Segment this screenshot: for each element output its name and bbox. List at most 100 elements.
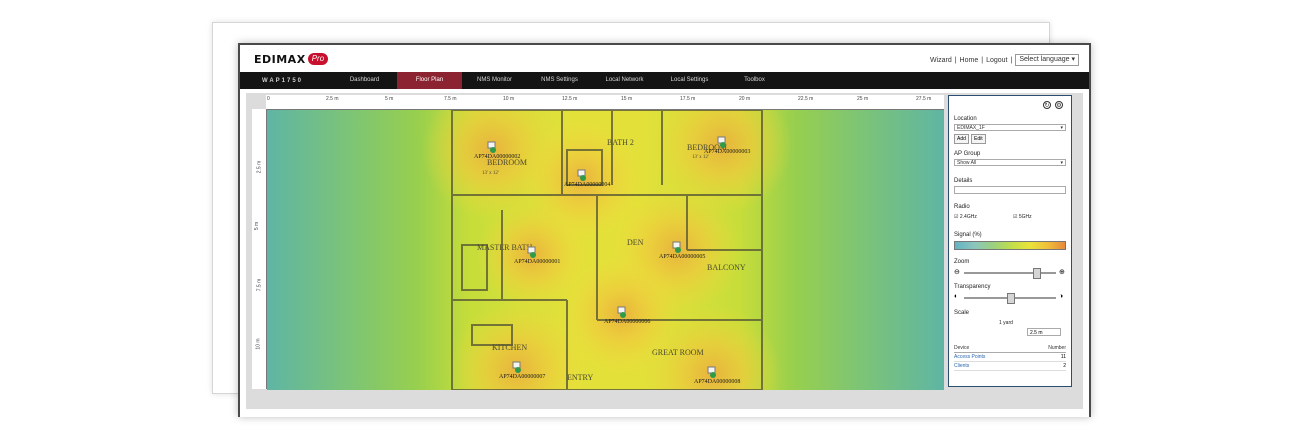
transparency-slider-thumb[interactable] bbox=[1007, 293, 1015, 304]
ruler-top-tick: 22.5 m bbox=[798, 96, 814, 102]
access-point-label: AP74DA00000008 bbox=[694, 379, 740, 385]
scale-unit: 1 yard bbox=[999, 320, 1013, 326]
access-point-icon bbox=[487, 141, 496, 149]
access-point-label: AP74DA00000006 bbox=[604, 319, 650, 325]
wizard-link[interactable]: Wizard bbox=[930, 57, 952, 64]
nav-nms-monitor[interactable]: NMS Monitor bbox=[462, 72, 527, 89]
ruler-top-tick: 0 bbox=[267, 96, 270, 102]
floor-plan-workspace: 0 2.5 m 5 m 7.5 m 10 m 12.5 m 15 m 17.5 m 20 m 22… bbox=[246, 93, 1083, 409]
access-point-label: AP74DA00000005 bbox=[659, 254, 705, 260]
ap-status-dot bbox=[490, 147, 496, 153]
app-window: EDIMAX Pro Wizard | Home | Logout | Select … bbox=[238, 43, 1091, 417]
room-label-bath2: BATH 2 bbox=[607, 138, 634, 147]
signal-legend-bar bbox=[954, 241, 1066, 250]
edimax-logo: EDIMAX Pro bbox=[254, 52, 329, 66]
ruler-top-tick: 25 m bbox=[857, 96, 869, 102]
transparency-label: Transparency bbox=[954, 284, 991, 290]
access-point-icon bbox=[717, 136, 726, 144]
ap-status-dot bbox=[580, 175, 586, 181]
device-model: WAP1750 bbox=[262, 77, 304, 84]
table-row-access-points[interactable]: Access Points 11 bbox=[954, 353, 1066, 362]
transparency-high-icon[interactable]: ◑ bbox=[1059, 293, 1063, 300]
heatmap-canvas[interactable]: BATH 2 BEDROOM BEDROOM MASTER BATH DEN B… bbox=[267, 110, 944, 390]
bottom-strip bbox=[240, 409, 1089, 417]
ruler-top: 0 2.5 m 5 m 7.5 m 10 m 12.5 m 15 m 17.5 m 20 m 22… bbox=[266, 95, 944, 110]
location-select[interactable]: EDIMAX_1F ▾ bbox=[954, 124, 1066, 131]
edit-location-button[interactable]: Edit bbox=[971, 134, 986, 144]
chevron-down-icon: ▾ bbox=[1060, 125, 1063, 131]
signal-label: Signal (%) bbox=[954, 232, 982, 238]
settings-icon[interactable]: ⚙ bbox=[1055, 101, 1063, 109]
access-point-label: AP74DA00000001 bbox=[514, 259, 560, 265]
ap-status-dot bbox=[720, 142, 726, 148]
logout-link[interactable]: Logout bbox=[986, 57, 1007, 64]
ap-status-dot bbox=[530, 252, 536, 258]
ruler-left-tick: 5 m bbox=[254, 221, 261, 231]
ruler-left-tick: 10 m bbox=[255, 338, 262, 350]
ap-status-dot bbox=[515, 367, 521, 373]
location-label: Location bbox=[954, 116, 977, 122]
access-point-icon bbox=[617, 306, 626, 314]
ruler-top-tick: 17.5 m bbox=[680, 96, 696, 102]
nav-dashboard[interactable]: Dashboard bbox=[332, 72, 397, 89]
nav-floor-plan[interactable]: Floor Plan bbox=[397, 72, 462, 89]
logo-text: EDIMAX bbox=[254, 52, 306, 66]
ruler-top-tick: 27.5 m bbox=[916, 96, 932, 102]
scale-label: Scale bbox=[954, 310, 970, 316]
ap-group-label: AP Group bbox=[954, 151, 981, 157]
top-bar: EDIMAX Pro Wizard | Home | Logout | Select … bbox=[240, 45, 1089, 72]
ruler-top-tick: 10 m bbox=[503, 96, 515, 102]
nav-toolbox[interactable]: Toolbox bbox=[722, 72, 787, 89]
access-point-icon bbox=[577, 169, 586, 177]
radio-label: Radio bbox=[954, 204, 970, 210]
heatmap-svg: BATH 2 BEDROOM BEDROOM MASTER BATH DEN B… bbox=[267, 110, 944, 390]
chevron-down-icon: ▾ bbox=[1060, 160, 1063, 166]
nav-nms-settings[interactable]: NMS Settings bbox=[527, 72, 592, 89]
ap-status-dot bbox=[710, 372, 716, 378]
main-nav: WAP1750 Dashboard Floor Plan NMS Monitor… bbox=[240, 72, 1089, 89]
ruler-left-tick: 7.5 m bbox=[256, 278, 263, 292]
logo-badge: Pro bbox=[307, 53, 329, 65]
zoom-out-icon[interactable]: ⊖ bbox=[954, 268, 960, 276]
language-select[interactable]: Select language ▾ bbox=[1015, 54, 1079, 66]
radio-2g-option[interactable]: ☑ 2.4GHz bbox=[954, 214, 977, 220]
details-field[interactable] bbox=[954, 186, 1066, 194]
scale-input[interactable]: 2.5 m bbox=[1027, 328, 1061, 336]
transparency-low-icon[interactable]: ◐ bbox=[954, 293, 958, 300]
room-label-entry: ENTRY bbox=[567, 373, 593, 382]
ap-group-select[interactable]: Show All ▾ bbox=[954, 159, 1066, 166]
zoom-slider[interactable] bbox=[964, 272, 1056, 274]
access-point-icon bbox=[672, 241, 681, 249]
nav-local-settings[interactable]: Local Settings bbox=[657, 72, 722, 89]
access-point-icon bbox=[527, 246, 536, 254]
access-point-icon bbox=[512, 361, 521, 369]
zoom-in-icon[interactable]: ⊕ bbox=[1059, 268, 1065, 276]
room-label-kitchen: KITCHEN bbox=[492, 343, 527, 352]
device-count-table: Device Number Access Points 11 Clients 2 bbox=[954, 344, 1066, 371]
home-link[interactable]: Home bbox=[960, 57, 979, 64]
access-point-icon bbox=[707, 366, 716, 374]
details-label: Details bbox=[954, 178, 973, 184]
table-header: Device Number bbox=[954, 345, 1066, 353]
room-label-master-bath: MASTER BATH bbox=[477, 243, 533, 252]
ap-status-dot bbox=[675, 247, 681, 253]
ruler-top-tick: 20 m bbox=[739, 96, 751, 102]
user-links: Wizard | Home | Logout | Select language ▾ bbox=[930, 54, 1079, 66]
access-point-label: AP74DA00000007 bbox=[499, 374, 545, 380]
access-point-label: AP74DA00000003 bbox=[704, 149, 750, 155]
table-row-clients[interactable]: Clients 2 bbox=[954, 362, 1066, 371]
reload-icon[interactable]: ↻ bbox=[1043, 101, 1051, 109]
radio-5g-option[interactable]: ☑ 5GHz bbox=[1013, 214, 1032, 220]
zoom-label: Zoom bbox=[954, 259, 970, 265]
ruler-left-tick: 2.5 m bbox=[256, 160, 263, 174]
room-dimension-left: 13' x 12' bbox=[482, 171, 499, 176]
nav-local-network[interactable]: Local Network bbox=[592, 72, 657, 89]
ruler-left: 2.5 m 5 m 7.5 m 10 m bbox=[252, 109, 267, 389]
ruler-top-tick: 15 m bbox=[621, 96, 633, 102]
ap-status-dot bbox=[620, 312, 626, 318]
ruler-top-tick: 2.5 m bbox=[326, 96, 339, 102]
ruler-top-tick: 5 m bbox=[385, 96, 394, 102]
access-point-label: AP74DA00000004 bbox=[564, 182, 610, 188]
zoom-slider-thumb[interactable] bbox=[1032, 268, 1041, 279]
add-location-button[interactable]: Add bbox=[954, 134, 969, 144]
